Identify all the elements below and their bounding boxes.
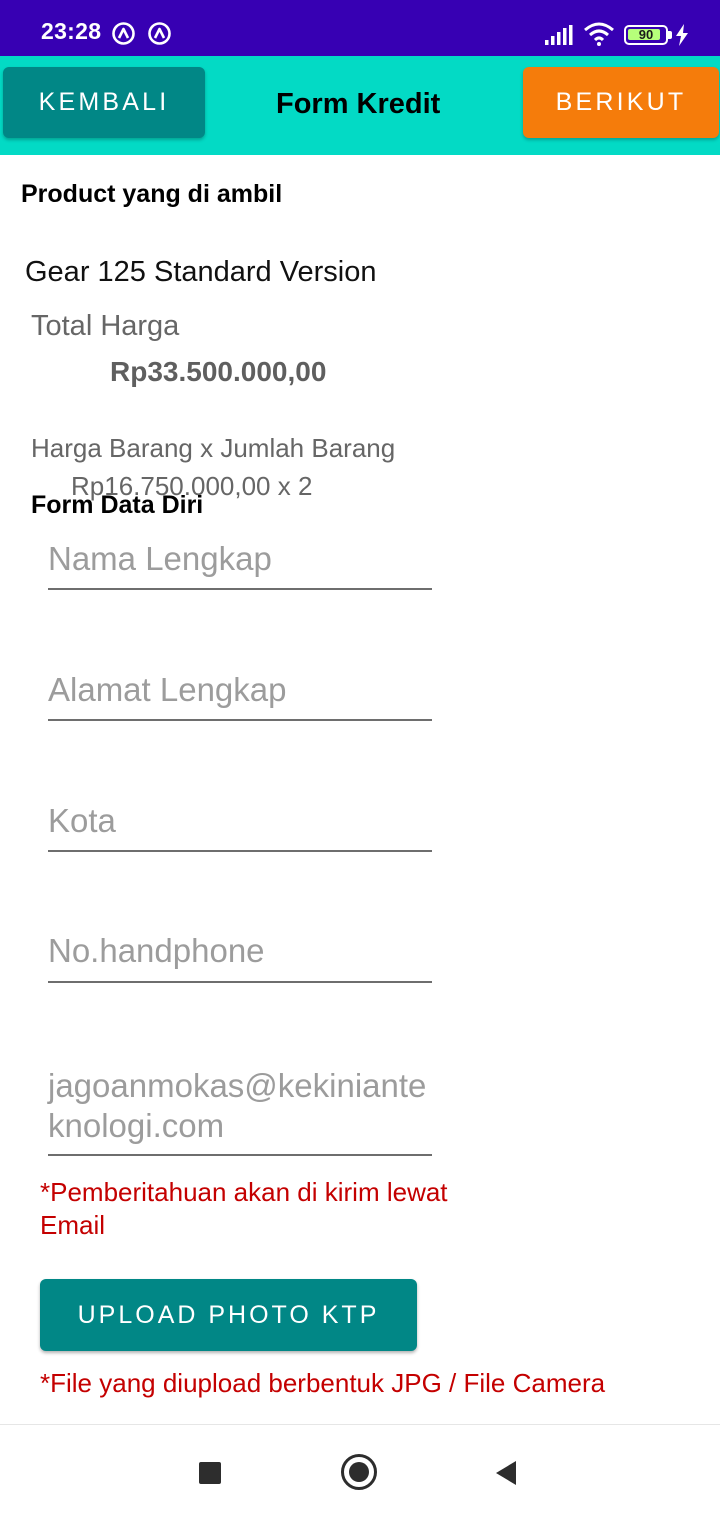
home-icon-inner [349,1462,369,1482]
product-name: Gear 125 Standard Version [25,256,377,288]
signal-icon [545,25,573,45]
status-time: 23:28 [41,18,102,44]
notification-icon [112,22,135,45]
product-section-header: Product yang di ambil [21,180,283,208]
address-placeholder: Alamat Lengkap [48,671,287,708]
upload-ktp-button[interactable]: UPLOAD PHOTO KTP [40,1279,417,1351]
file-format-notice: *File yang diupload berbentuk JPG / File… [40,1368,606,1398]
home-icon[interactable] [341,1454,377,1490]
back-icon[interactable] [494,1460,518,1486]
city-field[interactable]: Kota [48,802,432,852]
wifi-icon [584,22,614,46]
battery-nub [668,31,672,39]
email-field[interactable]: jagoanmokas@kekinianteknologi.com [48,1066,432,1156]
status-bar: 23:28 90 [0,0,720,56]
battery-icon: 90 [624,25,668,45]
battery-level: 90 [638,27,654,42]
next-button[interactable]: BERIKUT [523,67,719,138]
email-placeholder: jagoanmokas@kekinianteknologi.com [48,1067,427,1144]
page-title: Form Kredit [276,88,441,120]
full-name-field[interactable]: Nama Lengkap [48,540,432,590]
city-placeholder: Kota [48,802,116,839]
charging-icon [676,24,688,46]
back-button[interactable]: KEMBALI [3,67,205,138]
full-name-placeholder: Nama Lengkap [48,540,272,577]
price-formula-label: Harga Barang x Jumlah Barang [31,433,396,463]
email-notice: *Pemberitahuan akan di kirim lewat Email [40,1177,448,1240]
phone-field[interactable]: No.handphone [48,932,432,983]
notification-icon [148,22,171,45]
form-section-header: Form Data Diri [31,491,204,519]
recent-apps-icon[interactable] [199,1462,221,1484]
phone-placeholder: No.handphone [48,932,265,969]
total-price-label: Total Harga [31,310,180,342]
address-field[interactable]: Alamat Lengkap [48,671,432,721]
total-price-value: Rp33.500.000,00 [110,356,327,387]
toolbar: KEMBALI Form Kredit BERIKUT [0,56,720,155]
